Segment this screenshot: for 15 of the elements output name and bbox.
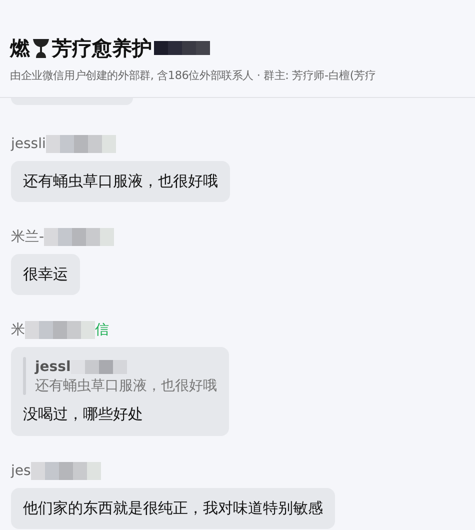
sender-name: 米兰- xyxy=(11,228,44,246)
quoted-sender: jessl xyxy=(35,359,71,375)
trophy-icon xyxy=(32,37,50,59)
sender-name: jes xyxy=(11,463,31,479)
group-title: 芳疗愈养护 xyxy=(52,34,152,62)
group-title: 燃 xyxy=(10,34,30,62)
message-bubble: 很幸运 xyxy=(11,254,80,295)
sender-tag: 信 xyxy=(95,321,109,339)
sender-name: jessli xyxy=(11,136,46,152)
sender-name: 米 xyxy=(11,321,25,339)
message-bubble: 他们家的东西就是很纯正，我对味道特别敏感 xyxy=(11,488,335,529)
message-text: 没喝过，哪些好处 xyxy=(23,405,144,424)
group-info: 由企业微信用户创建的外部群, 含186位外部联系人 · 群主: 芳疗师-白檀(芳疗 xyxy=(10,68,377,83)
message-bubble: 还有蛹虫草口服液，也很好哦 xyxy=(11,161,230,202)
quoted-text: 还有蛹虫草口服液，也很好哦 xyxy=(35,377,217,395)
